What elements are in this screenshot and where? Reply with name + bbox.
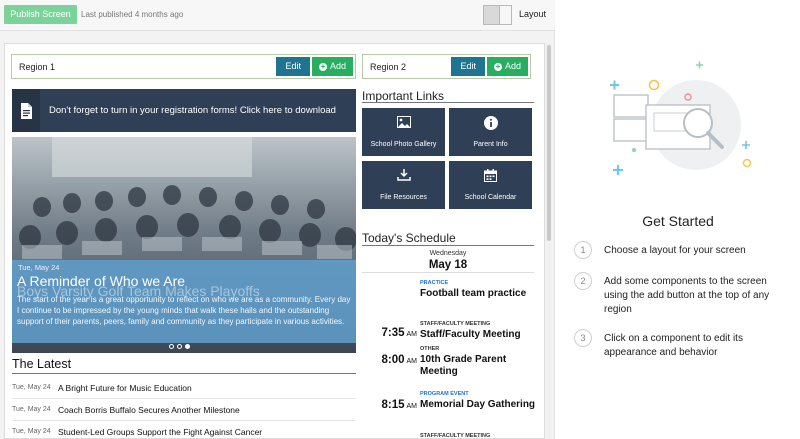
step-number: 1 bbox=[574, 241, 592, 259]
get-started-title: Get Started bbox=[642, 213, 714, 229]
region-1-title: Region 1 bbox=[19, 61, 56, 72]
schedule-event[interactable]: 8:00 AM OTHER 10th Grade Parent Meeting bbox=[362, 346, 542, 380]
event-time: 7:35 AM bbox=[381, 327, 417, 339]
schedule-event[interactable]: STAFF/FACULTY MEETING bbox=[362, 433, 542, 439]
event-name: 10th Grade Parent Meeting bbox=[420, 354, 507, 377]
region-2-edit-button[interactable]: Edit bbox=[451, 57, 485, 76]
event-time bbox=[362, 280, 417, 292]
event-category: OTHER bbox=[420, 346, 440, 352]
event-time: 8:15 AM bbox=[381, 399, 417, 411]
schedule-date: May 18 bbox=[428, 259, 468, 271]
link-tile-school-calendar[interactable]: School Calendar bbox=[449, 161, 532, 209]
news-slideshow[interactable]: Tue, May 24 Boys Varsity Golf Team Makes… bbox=[12, 137, 356, 353]
slide-body: The start of the year is a great opportu… bbox=[17, 295, 351, 326]
slide-date: Tue, May 24 bbox=[18, 263, 60, 272]
schedule-event[interactable]: PRACTICE Football team practice bbox=[362, 280, 542, 314]
event-category: STAFF/FACULTY MEETING bbox=[420, 321, 491, 327]
step-number: 3 bbox=[574, 329, 592, 347]
item-title: A Bright Future for Music Education bbox=[58, 382, 192, 393]
region-1-add-button[interactable]: + Add bbox=[311, 57, 353, 76]
item-date: Tue, May 24 bbox=[12, 384, 51, 391]
region-2-bar: Region 2 Edit + Add bbox=[362, 54, 531, 79]
event-name: Football team practice bbox=[420, 288, 527, 299]
scrollbar-thumb[interactable] bbox=[547, 45, 551, 241]
step-text: Click on a component to edit its appeara… bbox=[604, 333, 743, 358]
canvas-scrollbar[interactable] bbox=[546, 43, 552, 439]
tile-label: School Photo Gallery bbox=[370, 141, 437, 148]
item-date: Tue, May 24 bbox=[12, 406, 51, 413]
event-name: Memorial Day Gathering bbox=[420, 399, 536, 410]
announcement-text: Don't forget to turn in your registratio… bbox=[49, 104, 336, 116]
download-icon bbox=[362, 169, 445, 183]
tile-label: Parent Info bbox=[473, 141, 508, 148]
region-2-title: Region 2 bbox=[370, 61, 407, 72]
layout-illustration bbox=[610, 61, 752, 175]
latest-heading: The Latest bbox=[12, 357, 72, 371]
link-tile-photo-gallery[interactable]: School Photo Gallery bbox=[362, 108, 445, 156]
divider bbox=[362, 272, 534, 273]
list-item[interactable]: Tue, May 24 A Bright Future for Music Ed… bbox=[12, 377, 356, 399]
add-label: Add bbox=[329, 61, 346, 71]
step-number: 2 bbox=[574, 272, 592, 290]
event-category: PRACTICE bbox=[420, 280, 449, 286]
document-icon bbox=[12, 89, 40, 132]
screen-preview: Region 1 Edit + Add Region 2 Edit + Add Do… bbox=[4, 43, 545, 439]
step-text: Add some components to the screen using … bbox=[604, 276, 770, 315]
divider bbox=[362, 102, 534, 103]
slide-title: A Reminder of Who we Are bbox=[17, 273, 186, 289]
info-icon bbox=[449, 116, 532, 130]
slide-pagination bbox=[169, 344, 190, 349]
plus-icon: + bbox=[493, 61, 502, 71]
get-started-panel: Get Started 1 Choose a layout for your s… bbox=[556, 0, 800, 439]
item-title: Student-Led Groups Support the Fight Aga… bbox=[58, 426, 263, 437]
item-title: Coach Borris Buffalo Secures Another Mil… bbox=[58, 404, 240, 415]
last-published-text: Last published 4 months ago bbox=[81, 10, 184, 19]
add-label: Add bbox=[504, 61, 521, 71]
divider bbox=[12, 373, 356, 374]
plus-icon: + bbox=[318, 61, 327, 71]
schedule-event[interactable]: 8:15 AM PROGRAM EVENT Memorial Day Gather… bbox=[362, 391, 542, 425]
slide-dot[interactable] bbox=[177, 344, 182, 349]
step-text: Choose a layout for your screen bbox=[604, 245, 746, 256]
event-name: Staff/Faculty Meeting bbox=[420, 329, 521, 340]
screen-canvas: Region 1 Edit + Add Region 2 Edit + Add Do… bbox=[0, 31, 555, 439]
link-tile-file-resources[interactable]: File Resources bbox=[362, 161, 445, 209]
divider bbox=[362, 245, 534, 246]
layout-toggle-icon[interactable] bbox=[483, 5, 512, 25]
schedule-day: Wednesday bbox=[429, 250, 467, 257]
event-category: PROGRAM EVENT bbox=[420, 391, 469, 397]
tile-label: File Resources bbox=[380, 194, 427, 201]
photo-icon bbox=[362, 116, 445, 130]
region-1-bar: Region 1 Edit + Add bbox=[11, 54, 356, 79]
announcement-banner[interactable]: Don't forget to turn in your registratio… bbox=[12, 89, 356, 132]
event-category: STAFF/FACULTY MEETING bbox=[420, 433, 491, 439]
schedule-event[interactable]: 7:35 AM STAFF/FACULTY MEETING Staff/Facul… bbox=[362, 321, 542, 343]
link-tile-parent-info[interactable]: Parent Info bbox=[449, 108, 532, 156]
item-date: Tue, May 24 bbox=[12, 428, 51, 435]
list-item[interactable]: Tue, May 24 Coach Borris Buffalo Secures… bbox=[12, 399, 356, 421]
schedule-heading: Today's Schedule bbox=[362, 231, 456, 245]
list-item[interactable]: Tue, May 24 Student-Led Groups Support t… bbox=[12, 421, 356, 438]
region-1-edit-button[interactable]: Edit bbox=[276, 57, 310, 76]
event-time: 8:00 AM bbox=[381, 354, 417, 366]
slide-dot[interactable] bbox=[169, 344, 174, 349]
publish-screen-button[interactable]: Publish Screen bbox=[4, 5, 77, 24]
tile-label: School Calendar bbox=[464, 194, 517, 201]
region-2-add-button[interactable]: + Add bbox=[486, 57, 528, 76]
latest-list: Tue, May 24 A Bright Future for Music Ed… bbox=[12, 377, 356, 438]
layout-label[interactable]: Layout bbox=[519, 9, 546, 19]
important-links-heading: Important Links bbox=[362, 89, 445, 103]
top-toolbar: Publish Screen Last published 4 months a… bbox=[0, 0, 555, 31]
slide-dot-active[interactable] bbox=[185, 344, 190, 349]
calendar-icon bbox=[449, 169, 532, 183]
